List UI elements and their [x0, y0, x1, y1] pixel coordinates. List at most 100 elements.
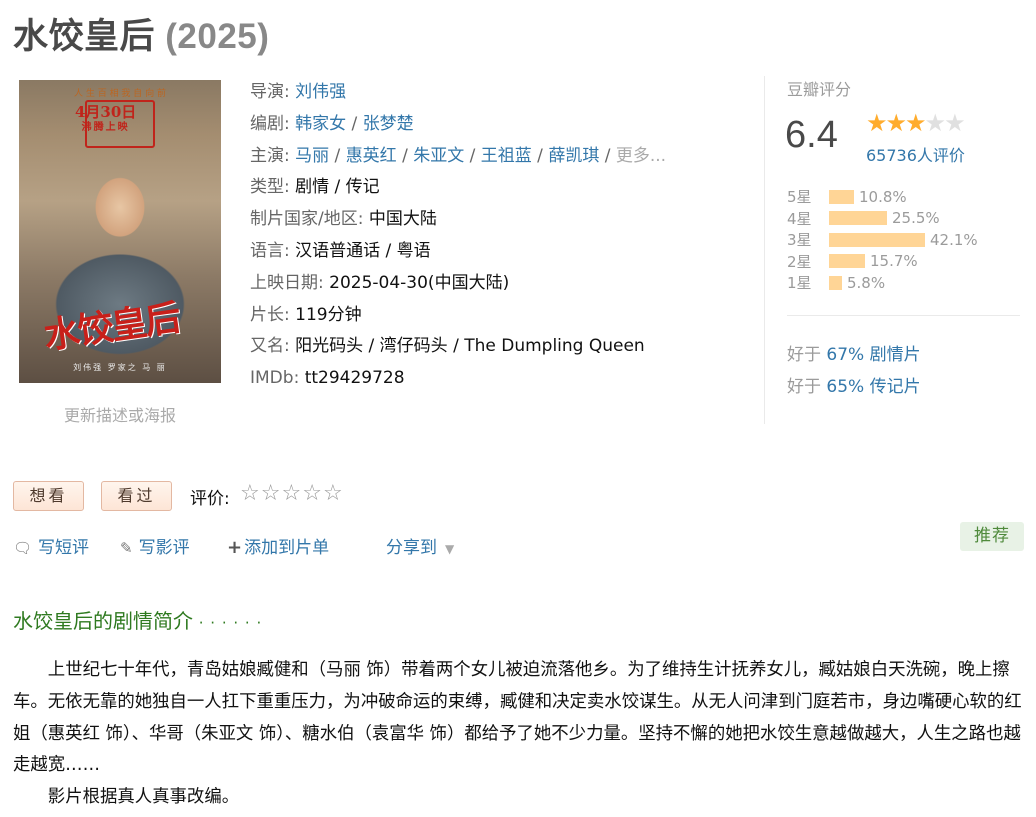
better-than-link[interactable]: 65% 传记片 — [826, 377, 920, 397]
genre-value: 剧情 / 传记 — [295, 177, 380, 198]
genre-row: 类型: 剧情 / 传记 — [250, 172, 730, 204]
language-row: 语言: 汉语普通话 / 粤语 — [250, 236, 730, 268]
cast-more-link[interactable]: 更多... — [616, 146, 666, 166]
movie-year: (2025) — [165, 17, 270, 56]
add-to-list[interactable]: + 添加到片单 — [227, 533, 329, 558]
rate-stars: ☆☆☆☆☆ — [240, 481, 344, 506]
cast-link[interactable]: 王祖蓝 — [481, 146, 532, 166]
distribution-percent: 10.8% — [859, 187, 907, 206]
distribution-percent: 25.5% — [892, 209, 940, 228]
better-than-prefix: 好于 — [787, 377, 827, 397]
cast-link[interactable]: 惠英红 — [346, 146, 397, 166]
distribution-row: 5星 10.8% — [787, 186, 1017, 208]
country-label: 制片国家/地区: — [250, 209, 364, 230]
poster-title-art: 水饺皇后 — [41, 296, 182, 358]
country-row: 制片国家/地区: 中国大陆 — [250, 204, 730, 236]
synopsis-paragraph: 影片根据真人真事改编。 — [47, 787, 240, 808]
write-short-review-label: 写短评 — [38, 538, 90, 558]
votes-link[interactable]: 65736人评价 — [866, 142, 965, 166]
cast-link[interactable]: 薛凯琪 — [548, 146, 599, 166]
imdb-label: IMDb: — [250, 368, 300, 389]
distribution-row: 1星 5.8% — [787, 272, 1017, 294]
distribution-row: 2星 15.7% — [787, 251, 1017, 273]
cast-row: 主演: 马丽 / 惠英红 / 朱亚文 / 王祖蓝 / 薛凯琪 / 更多... — [250, 141, 730, 173]
writer-row: 编剧: 韩家女 / 张梦楚 — [250, 109, 730, 141]
rating-stars: ★★★★★ — [866, 109, 966, 137]
aka-row: 又名: 阳光码头 / 湾仔码头 / The Dumpling Queen — [250, 331, 730, 363]
director-label: 导演: — [250, 82, 290, 102]
release-row: 上映日期: 2025-04-30(中国大陆) — [250, 268, 730, 300]
write-short-review[interactable]: 🗨 写短评 — [13, 533, 89, 558]
runtime-label: 片长: — [250, 304, 290, 325]
watched-button[interactable]: 看过 — [101, 481, 172, 511]
rate-star-icon[interactable]: ☆ — [323, 481, 344, 506]
release-label: 上映日期: — [250, 272, 324, 293]
better-than-link[interactable]: 67% 剧情片 — [826, 345, 920, 365]
separator: / — [599, 145, 616, 166]
distribution-label: 3星 — [787, 231, 812, 250]
poster-date-small: 沸腾上映 — [81, 122, 130, 133]
separator: / — [464, 145, 481, 166]
share-label: 分享到 — [386, 538, 437, 558]
genre-label: 类型: — [250, 177, 290, 198]
share-dropdown[interactable]: 分享到 ▼ — [386, 533, 454, 558]
distribution-bar — [829, 254, 865, 269]
star-empty-icon: ★ — [924, 109, 946, 137]
synopsis-title: 水饺皇后的剧情简介 — [13, 609, 193, 633]
separator: / — [396, 145, 414, 166]
page-title: 水饺皇后 (2025) — [13, 8, 269, 59]
distribution-percent: 42.1% — [930, 230, 978, 249]
synopsis-dots: · · · · · · — [193, 614, 263, 632]
poster-date-big: 4月30日 — [75, 103, 137, 121]
poster-credits: 刘伟强 罗家之 马 丽 — [73, 363, 167, 372]
cast-link[interactable]: 马丽 — [295, 146, 329, 166]
rate-star-icon[interactable]: ☆ — [261, 481, 282, 506]
distribution-percent: 15.7% — [870, 252, 918, 271]
distribution-label: 4星 — [787, 209, 812, 228]
rating-divider — [787, 315, 1020, 316]
writer-label: 编剧: — [250, 113, 290, 134]
aka-value: 阳光码头 / 湾仔码头 / The Dumpling Queen — [295, 336, 645, 357]
director-link[interactable]: 刘伟强 — [295, 82, 346, 102]
rating-distribution: 5星 10.8% 4星 25.5% 3星 42.1% 2星 15.7% 1星 5… — [787, 186, 1017, 294]
better-than-row: 好于 67% 剧情片 — [787, 340, 921, 365]
distribution-row: 3星 42.1% — [787, 229, 1017, 251]
aka-label: 又名: — [250, 336, 290, 357]
better-than-prefix: 好于 — [787, 345, 827, 365]
chevron-down-icon: ▼ — [445, 542, 455, 556]
cast-link[interactable]: 朱亚文 — [413, 146, 464, 166]
update-poster-link[interactable]: 更新描述或海报 — [19, 402, 221, 426]
separator: / — [329, 145, 346, 166]
distribution-bar — [829, 232, 925, 247]
writer-link[interactable]: 韩家女 — [295, 114, 346, 134]
rate-star-icon[interactable]: ☆ — [240, 481, 261, 506]
imdb-value: tt29429728 — [304, 368, 405, 389]
director-row: 导演: 刘伟强 — [250, 77, 730, 109]
poster-date: 4月30日 沸腾上映 — [75, 104, 136, 136]
distribution-bar — [829, 275, 842, 290]
distribution-bar — [829, 189, 854, 204]
star-filled-icon: ★ — [885, 109, 907, 137]
poster-image[interactable]: 人 生 百 相 我 自 向 前 4月30日 沸腾上映 水饺皇后 刘伟强 罗家之 … — [19, 80, 221, 383]
rate-star-icon[interactable]: ☆ — [281, 481, 302, 506]
distribution-row: 4星 25.5% — [787, 208, 1017, 230]
rating-panel: 豆瓣评分 6.4 ★★★★★ 65736人评价 5星 10.8% 4星 25.5… — [764, 76, 1021, 424]
separator: / — [531, 145, 549, 166]
rating-label: 豆瓣评分 — [787, 80, 852, 99]
rate-star-icon[interactable]: ☆ — [302, 481, 323, 506]
imdb-row: IMDb: tt29429728 — [250, 363, 730, 395]
runtime-row: 片长: 119分钟 — [250, 300, 730, 332]
want-to-watch-button[interactable]: 想看 — [13, 481, 84, 511]
recommend-button[interactable]: 推荐 — [960, 522, 1024, 551]
writer-link[interactable]: 张梦楚 — [363, 114, 414, 134]
write-review[interactable]: ✎ 写影评 — [120, 533, 190, 558]
movie-title: 水饺皇后 — [13, 17, 156, 56]
add-to-list-label: 添加到片单 — [244, 538, 330, 558]
star-empty-icon: ★ — [944, 109, 965, 137]
distribution-percent: 5.8% — [847, 273, 886, 292]
distribution-bar — [829, 211, 887, 226]
star-filled-icon: ★ — [905, 109, 926, 137]
rating-score: 6.4 — [785, 114, 838, 156]
country-value: 中国大陆 — [368, 209, 437, 230]
synopsis-heading: 水饺皇后的剧情简介 · · · · · · — [13, 605, 262, 634]
